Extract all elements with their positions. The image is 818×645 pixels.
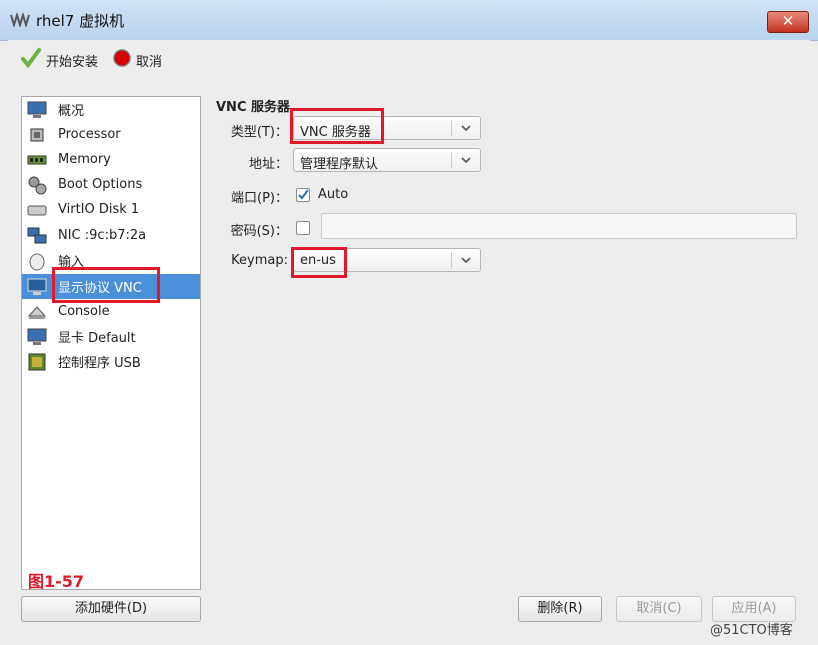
combo-separator bbox=[451, 152, 452, 168]
virt-manager-icon bbox=[10, 11, 32, 29]
hw-item-processor[interactable]: Processor bbox=[22, 122, 200, 147]
hw-item-label: Boot Options bbox=[58, 177, 143, 192]
keymap-select[interactable]: en-us bbox=[293, 248, 481, 272]
hw-item-label: NIC :9c:b7:2a bbox=[58, 228, 147, 243]
type-label: 类型(T)： bbox=[230, 125, 288, 140]
cancel-install-button[interactable]: 取消 bbox=[112, 48, 162, 72]
hw-item-label: 控制程序 USB bbox=[58, 356, 141, 371]
title-bar: rhel7 虚拟机 ✕ bbox=[0, 0, 818, 41]
hw-item-label: 输入 bbox=[58, 255, 85, 270]
hw-item-label: 概况 bbox=[58, 104, 85, 119]
cancel-button[interactable]: 取消(C) bbox=[616, 596, 702, 622]
combo-separator bbox=[451, 252, 452, 268]
chevron-down-icon bbox=[460, 154, 472, 166]
hw-item-label: VirtIO Disk 1 bbox=[58, 202, 140, 217]
chevron-down-icon bbox=[460, 254, 472, 266]
hw-item-virtio-disk[interactable]: VirtIO Disk 1 bbox=[22, 197, 200, 222]
display-icon bbox=[26, 277, 48, 297]
remove-button[interactable]: 删除(R) bbox=[518, 596, 602, 622]
add-hardware-button[interactable]: 添加硬件(D) bbox=[21, 596, 201, 622]
password-label: 密码(S)： bbox=[230, 224, 288, 239]
toolbar: 开始安装 取消 bbox=[8, 40, 810, 80]
hw-item-nic[interactable]: NIC :9c:b7:2a bbox=[22, 223, 200, 248]
combo-separator bbox=[451, 120, 452, 136]
port-auto-label: Auto bbox=[318, 187, 349, 202]
hw-item-display-vnc[interactable]: 显示协议 VNC bbox=[22, 274, 200, 299]
port-auto-checkbox[interactable] bbox=[296, 188, 310, 202]
disk-icon bbox=[26, 200, 48, 220]
hw-item-video[interactable]: 显卡 Default bbox=[22, 324, 200, 349]
start-install-button[interactable]: 开始安装 bbox=[20, 48, 98, 72]
hw-item-boot-options[interactable]: Boot Options bbox=[22, 172, 200, 197]
port-label: 端口(P)： bbox=[231, 191, 288, 206]
video-card-icon bbox=[26, 327, 48, 347]
mouse-icon bbox=[26, 251, 48, 271]
gears-icon bbox=[26, 175, 48, 195]
cancel-install-label: 取消 bbox=[136, 54, 163, 70]
hw-item-label: 显示协议 VNC bbox=[58, 281, 142, 296]
hw-item-usb-controller[interactable]: 控制程序 USB bbox=[22, 349, 200, 374]
stop-icon bbox=[112, 48, 132, 72]
start-install-label: 开始安装 bbox=[46, 54, 99, 70]
cpu-icon bbox=[26, 125, 48, 145]
window-title: rhel7 虚拟机 bbox=[36, 12, 125, 30]
close-button[interactable]: ✕ bbox=[767, 11, 809, 33]
address-value: 管理程序默认 bbox=[300, 157, 379, 172]
memory-icon bbox=[26, 150, 48, 170]
address-label: 地址： bbox=[248, 157, 288, 172]
hw-item-console[interactable]: Console bbox=[22, 299, 200, 324]
password-input[interactable] bbox=[321, 213, 797, 239]
watermark: @51CTO博客 bbox=[710, 623, 793, 638]
chevron-down-icon bbox=[460, 122, 472, 134]
client-area: 开始安装 取消 概况 Processor Memory Boot Options… bbox=[8, 40, 810, 638]
monitor-icon bbox=[26, 100, 48, 120]
address-select[interactable]: 管理程序默认 bbox=[293, 148, 481, 172]
hw-item-overview[interactable]: 概况 bbox=[22, 97, 200, 122]
checkmark-icon bbox=[20, 47, 42, 73]
password-checkbox[interactable] bbox=[296, 221, 310, 235]
type-value: VNC 服务器 bbox=[300, 125, 371, 140]
keymap-label: Keymap: bbox=[231, 253, 288, 268]
hardware-list: 概况 Processor Memory Boot Options VirtIO … bbox=[21, 96, 201, 590]
hw-item-label: 显卡 Default bbox=[58, 331, 136, 346]
vnc-section-title: VNC 服务器 bbox=[216, 100, 291, 115]
figure-label: 图1-57 bbox=[28, 572, 85, 591]
usb-controller-icon bbox=[26, 352, 48, 372]
hw-item-memory[interactable]: Memory bbox=[22, 147, 200, 172]
checkmark-icon bbox=[298, 189, 309, 200]
hw-item-label: Console bbox=[58, 304, 110, 319]
type-select[interactable]: VNC 服务器 bbox=[293, 116, 481, 140]
console-icon bbox=[26, 302, 48, 322]
vm-details-window: rhel7 虚拟机 ✕ 开始安装 取消 概况 Processor Memory … bbox=[0, 0, 818, 645]
hw-item-label: Memory bbox=[58, 152, 111, 167]
hw-item-input[interactable]: 输入 bbox=[22, 248, 200, 273]
network-icon bbox=[26, 226, 48, 246]
keymap-value: en-us bbox=[300, 253, 336, 268]
hw-item-label: Processor bbox=[58, 127, 121, 142]
